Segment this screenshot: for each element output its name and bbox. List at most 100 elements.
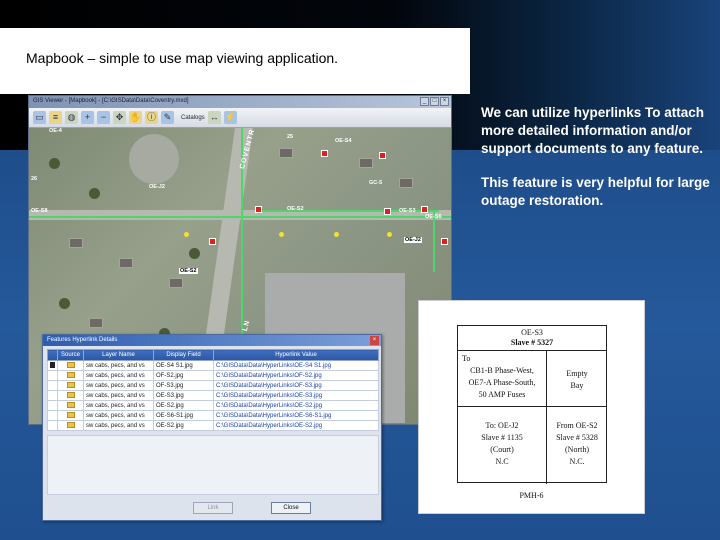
row-selector[interactable] (47, 410, 58, 421)
source-cell (57, 400, 84, 411)
row-selector[interactable] (47, 400, 58, 411)
table-row[interactable]: sw cabs, pecs, and vs OF-S3.jpg C:\GISData… (47, 380, 379, 391)
folder-icon (66, 391, 75, 398)
layer-cell: sw cabs, pecs, and vs (83, 400, 154, 411)
document-cell: N.C (495, 457, 509, 466)
globe-icon[interactable]: ◍ (65, 111, 78, 124)
map-feature-label: GC-5 (369, 180, 383, 186)
document-cell: Slave # 5328 (556, 433, 598, 442)
map-callout-label[interactable]: OE-S2 (179, 268, 198, 274)
display-cell: OF-S2.jpg (153, 370, 214, 381)
app-title: GIS Viewer - [Mapbook] - [C:\GISData\Dat… (33, 98, 189, 104)
hyperlink-cell[interactable]: C:\GISData\Data\HyperLinks\OF-S2.jpg (213, 370, 379, 381)
display-cell: OE-S2.jpg (153, 420, 214, 431)
row-selector[interactable] (47, 360, 58, 371)
row-selector[interactable] (47, 380, 58, 391)
folder-icon (66, 381, 75, 388)
table-row[interactable]: sw cabs, pecs, and vs OE-S4 S1.jpg C:\GISD… (47, 360, 379, 371)
layers-icon[interactable]: ≡ (49, 111, 62, 124)
hyperlink-cell[interactable]: C:\GISData\Data\HyperLinks\OE-S4 S1.jpg (213, 360, 379, 371)
map-feature-marker[interactable] (321, 150, 328, 157)
map-feature-marker[interactable] (379, 152, 386, 159)
window-controls: _ □ × (420, 97, 449, 106)
table-row[interactable]: sw cabs, pecs, and vs OE-S2.jpg C:\GISData… (47, 400, 379, 411)
source-cell (57, 370, 84, 381)
column-header[interactable]: Hyperlink Value (213, 349, 379, 361)
row-selector[interactable] (47, 390, 58, 401)
row-selector[interactable] (47, 370, 58, 381)
hyperlink-cell[interactable]: C:\GISData\Data\HyperLinks\OE-S6-S1.jpg (213, 410, 379, 421)
hand-icon[interactable]: ✋ (129, 111, 142, 124)
document-cell: N.C. (569, 457, 585, 466)
map-feature-marker[interactable] (209, 238, 216, 245)
map-feature-marker[interactable] (384, 208, 391, 215)
layer-cell: sw cabs, pecs, and vs (83, 420, 154, 431)
layer-cell: sw cabs, pecs, and vs (83, 360, 154, 371)
open-icon[interactable]: ▭ (33, 111, 46, 124)
column-header[interactable]: Source (57, 349, 84, 361)
close-window-button[interactable]: × (440, 97, 449, 106)
column-header[interactable] (47, 349, 58, 361)
table-row[interactable]: sw cabs, pecs, and vs OE-S3.jpg C:\GISData… (47, 390, 379, 401)
map-feature-marker[interactable] (255, 206, 262, 213)
table-row[interactable]: sw cabs, pecs, and vs OE-S6-S1.jpg C:\GISD… (47, 410, 379, 421)
source-cell (57, 410, 84, 421)
folder-icon (66, 411, 75, 418)
link-button[interactable]: Link (193, 502, 233, 514)
source-cell (57, 380, 84, 391)
display-cell: OE-S6-S1.jpg (153, 410, 214, 421)
map-house (119, 258, 133, 268)
pencil-icon[interactable]: ✎ (161, 111, 174, 124)
table-row[interactable]: sw cabs, pecs, and vs OF-S2.jpg C:\GISData… (47, 370, 379, 381)
hyperlink-cell[interactable]: C:\GISData\Data\HyperLinks\OE-S2.jpg (213, 420, 379, 431)
pan-icon[interactable]: ✥ (113, 111, 126, 124)
map-house (279, 148, 293, 158)
map-feature-marker[interactable] (441, 238, 448, 245)
hyperlink-cell[interactable]: C:\GISData\Data\HyperLinks\OE-S2.jpg (213, 400, 379, 411)
map-feature-label: OE-4 (49, 128, 62, 134)
map-tree (189, 248, 200, 259)
map-line (433, 212, 435, 272)
map-house (399, 178, 413, 188)
map-point[interactable] (334, 232, 339, 237)
side-paragraph: We can utilize hyperlinks To attach more… (481, 105, 705, 156)
maximize-button[interactable]: □ (430, 97, 439, 106)
close-button[interactable]: Close (271, 502, 311, 514)
zoom-in-icon[interactable]: + (81, 111, 94, 124)
map-feature-label: 25 (287, 134, 294, 140)
folder-icon (66, 361, 75, 368)
hyperlink-icon[interactable]: ⚡ (223, 111, 237, 124)
map-feature-label: OE-S8 (31, 208, 48, 214)
row-selector[interactable] (47, 420, 58, 431)
zoom-out-icon[interactable]: − (97, 111, 110, 124)
dialog-title: Features Hyperlink Details (43, 335, 381, 346)
source-cell (57, 360, 84, 371)
app-toolbar: ▭ ≡ ◍ + − ✥ ✋ ⓘ ✎ Catalogs ↔ ⚡ (29, 108, 451, 128)
side-text: We can utilize hyperlinks To attach more… (481, 104, 713, 226)
folder-icon (66, 401, 75, 408)
attached-document: OE-S3 Slave # 5327 To CB1-B Phase-West, … (418, 300, 645, 514)
layer-cell: sw cabs, pecs, and vs (83, 410, 154, 421)
table-row[interactable]: sw cabs, pecs, and vs OE-S2.jpg C:\GISData… (47, 420, 379, 431)
map-point[interactable] (184, 232, 189, 237)
document-cell: (North) (565, 445, 589, 454)
document-cell: 50 AMP Fuses (478, 390, 526, 399)
minimize-button[interactable]: _ (420, 97, 429, 106)
map-callout-label[interactable]: OE-J2 (404, 237, 422, 243)
hyperlink-cell[interactable]: C:\GISData\Data\HyperLinks\OF-S3.jpg (213, 380, 379, 391)
catalogs-button[interactable]: Catalogs (181, 115, 205, 121)
column-header[interactable]: Display Field (153, 349, 214, 361)
document-subheader: Slave # 5327 (510, 338, 554, 347)
column-header[interactable]: Layer Name (83, 349, 154, 361)
dialog-close-icon[interactable]: × (370, 336, 379, 345)
identify-icon[interactable]: ⓘ (145, 111, 158, 124)
hyperlink-cell[interactable]: C:\GISData\Data\HyperLinks\OE-S3.jpg (213, 390, 379, 401)
measure-icon[interactable]: ↔ (207, 111, 221, 124)
layer-cell: sw cabs, pecs, and vs (83, 370, 154, 381)
map-feature-marker[interactable] (421, 206, 428, 213)
map-tree (89, 188, 100, 199)
document-to-label: To (462, 354, 471, 363)
map-house (169, 278, 183, 288)
map-point[interactable] (387, 232, 392, 237)
map-point[interactable] (279, 232, 284, 237)
